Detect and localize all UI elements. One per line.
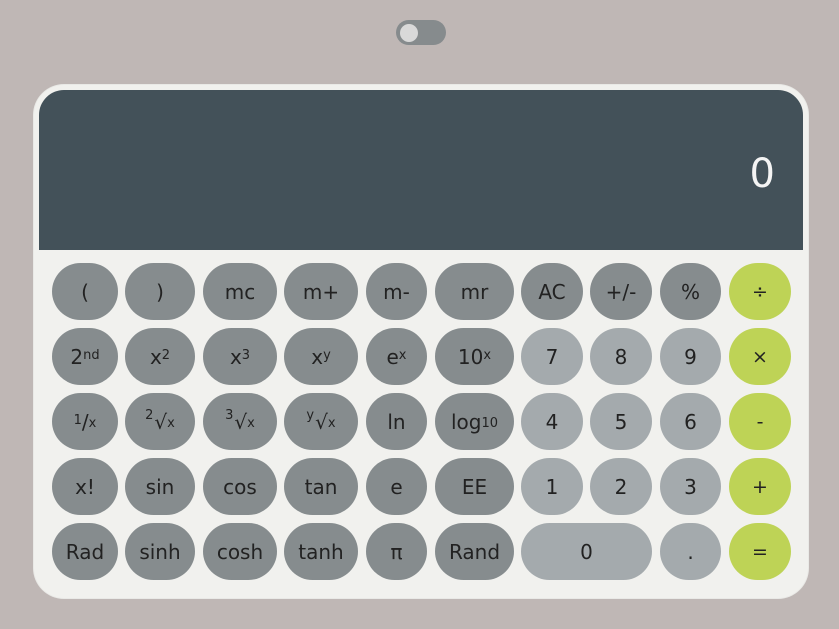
- toggle-knob: [400, 23, 418, 42]
- digit-4-button[interactable]: 4: [521, 393, 583, 450]
- y-root-button[interactable]: y √ x: [284, 393, 358, 450]
- divide-button[interactable]: ÷: [729, 263, 791, 320]
- open-paren-button[interactable]: (: [52, 263, 118, 320]
- add-button[interactable]: +: [729, 458, 791, 515]
- square-root-button[interactable]: 2 √ x: [125, 393, 195, 450]
- all-clear-button[interactable]: AC: [521, 263, 583, 320]
- digit-5-button[interactable]: 5: [590, 393, 652, 450]
- calculator-display: 0: [39, 90, 803, 250]
- cosh-button[interactable]: cosh: [203, 523, 277, 580]
- calculator: 0 ( ) mc m+ m- mr AC +/- % ÷ 2nd x2 x3 x…: [34, 85, 808, 598]
- decimal-point-button[interactable]: .: [660, 523, 721, 580]
- cos-button[interactable]: cos: [203, 458, 277, 515]
- digit-1-button[interactable]: 1: [521, 458, 583, 515]
- log10-button[interactable]: log 10: [435, 393, 514, 450]
- tanh-button[interactable]: tanh: [284, 523, 358, 580]
- mode-toggle-switch[interactable]: [396, 20, 446, 45]
- memory-clear-button[interactable]: mc: [203, 263, 277, 320]
- euler-e-button[interactable]: e: [366, 458, 427, 515]
- random-button[interactable]: Rand: [435, 523, 514, 580]
- digit-9-button[interactable]: 9: [660, 328, 721, 385]
- digit-2-button[interactable]: 2: [590, 458, 652, 515]
- digit-0-button[interactable]: 0: [521, 523, 652, 580]
- e-power-x-button[interactable]: ex: [366, 328, 427, 385]
- x-squared-button[interactable]: x2: [125, 328, 195, 385]
- natural-log-button[interactable]: ln: [366, 393, 427, 450]
- second-function-button[interactable]: 2nd: [52, 328, 118, 385]
- cube-root-button[interactable]: 3 √ x: [203, 393, 277, 450]
- sin-button[interactable]: sin: [125, 458, 195, 515]
- x-power-y-button[interactable]: xy: [284, 328, 358, 385]
- subtract-button[interactable]: -: [729, 393, 791, 450]
- plus-minus-button[interactable]: +/-: [590, 263, 652, 320]
- multiply-button[interactable]: ×: [729, 328, 791, 385]
- ten-power-x-button[interactable]: 10 x: [435, 328, 514, 385]
- memory-recall-button[interactable]: mr: [435, 263, 514, 320]
- digit-8-button[interactable]: 8: [590, 328, 652, 385]
- equals-button[interactable]: =: [729, 523, 791, 580]
- digit-7-button[interactable]: 7: [521, 328, 583, 385]
- memory-subtract-button[interactable]: m-: [366, 263, 427, 320]
- digit-3-button[interactable]: 3: [660, 458, 721, 515]
- exponent-ee-button[interactable]: EE: [435, 458, 514, 515]
- reciprocal-button[interactable]: 1/x: [52, 393, 118, 450]
- close-paren-button[interactable]: ): [125, 263, 195, 320]
- radians-button[interactable]: Rad: [52, 523, 118, 580]
- sinh-button[interactable]: sinh: [125, 523, 195, 580]
- display-value: 0: [749, 151, 775, 197]
- tan-button[interactable]: tan: [284, 458, 358, 515]
- percent-button[interactable]: %: [660, 263, 721, 320]
- memory-add-button[interactable]: m+: [284, 263, 358, 320]
- digit-6-button[interactable]: 6: [660, 393, 721, 450]
- pi-button[interactable]: π: [366, 523, 427, 580]
- x-cubed-button[interactable]: x3: [203, 328, 277, 385]
- factorial-button[interactable]: x!: [52, 458, 118, 515]
